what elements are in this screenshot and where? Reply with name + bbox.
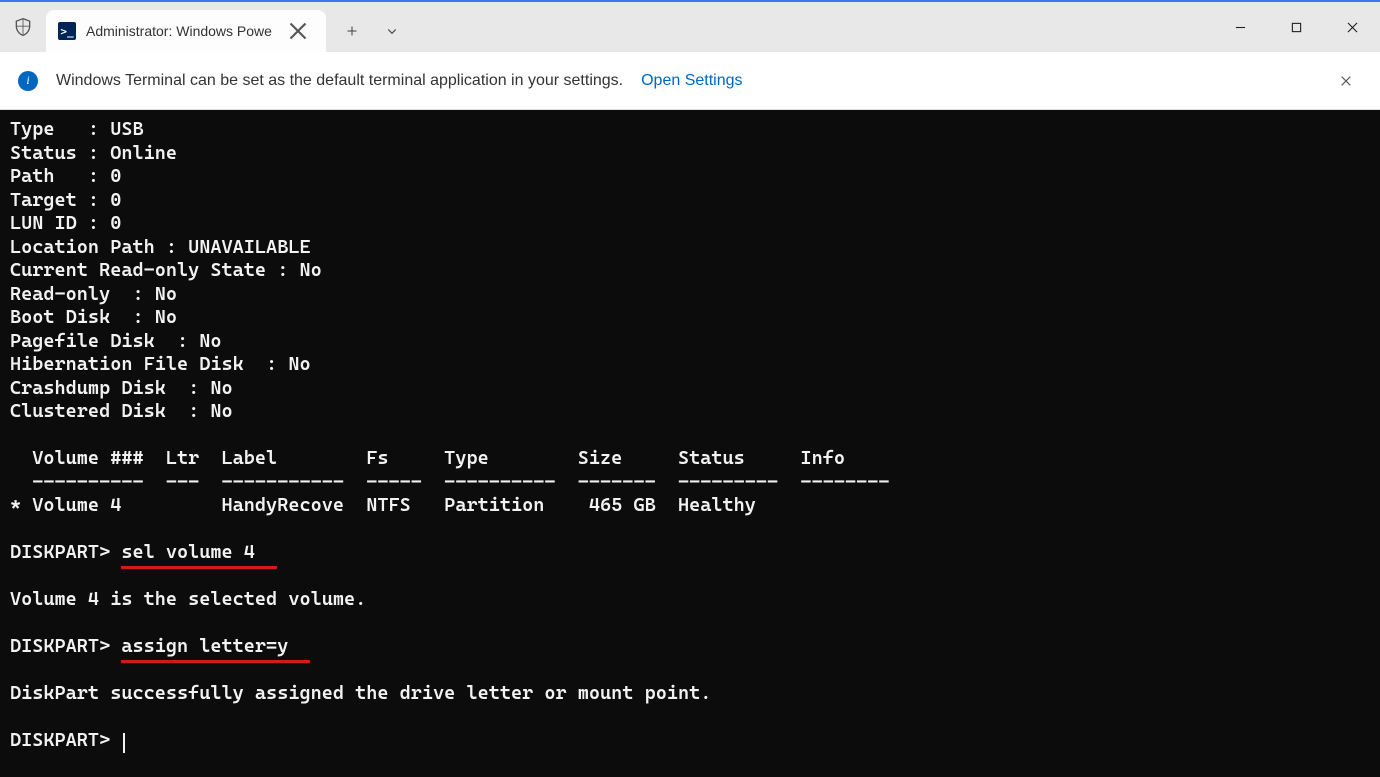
prompt-3: DISKPART> bbox=[10, 729, 121, 751]
text-cursor bbox=[123, 733, 125, 753]
tab-dropdown-button[interactable] bbox=[374, 13, 410, 49]
new-tab-button[interactable] bbox=[334, 13, 370, 49]
info-text: Windows Terminal can be set as the defau… bbox=[56, 72, 623, 90]
tab-title: Administrator: Windows Powe bbox=[86, 23, 286, 39]
close-button[interactable] bbox=[1324, 2, 1380, 52]
info-icon: i bbox=[18, 71, 38, 91]
open-settings-link[interactable]: Open Settings bbox=[641, 72, 742, 90]
response-1: Volume 4 is the selected volume. bbox=[10, 588, 366, 610]
prompt-2: DISKPART> bbox=[10, 635, 121, 657]
prompt-1: DISKPART> bbox=[10, 541, 121, 563]
shield-icon bbox=[0, 2, 46, 52]
tab-close-button[interactable] bbox=[286, 19, 310, 43]
command-sel-volume: sel volume 4 bbox=[121, 541, 255, 563]
minimize-button[interactable] bbox=[1212, 2, 1268, 52]
tab-actions bbox=[334, 10, 410, 52]
app-window: >_ Administrator: Windows Powe bbox=[0, 0, 1380, 777]
disk-detail-block: Type : USB Status : Online Path : 0 Targ… bbox=[10, 118, 322, 422]
infobar-close-button[interactable] bbox=[1330, 65, 1362, 97]
tab-powershell[interactable]: >_ Administrator: Windows Powe bbox=[46, 10, 326, 52]
response-2: DiskPart successfully assigned the drive… bbox=[10, 682, 711, 704]
volume-table: Volume ### Ltr Label Fs Type Size Status… bbox=[10, 447, 890, 516]
terminal-output[interactable]: Type : USB Status : Online Path : 0 Targ… bbox=[0, 110, 1380, 777]
window-controls bbox=[1212, 2, 1380, 52]
maximize-button[interactable] bbox=[1268, 2, 1324, 52]
info-bar: i Windows Terminal can be set as the def… bbox=[0, 52, 1380, 110]
title-bar: >_ Administrator: Windows Powe bbox=[0, 2, 1380, 52]
powershell-icon: >_ bbox=[58, 22, 76, 40]
command-assign-letter: assign letter=y bbox=[121, 635, 288, 657]
